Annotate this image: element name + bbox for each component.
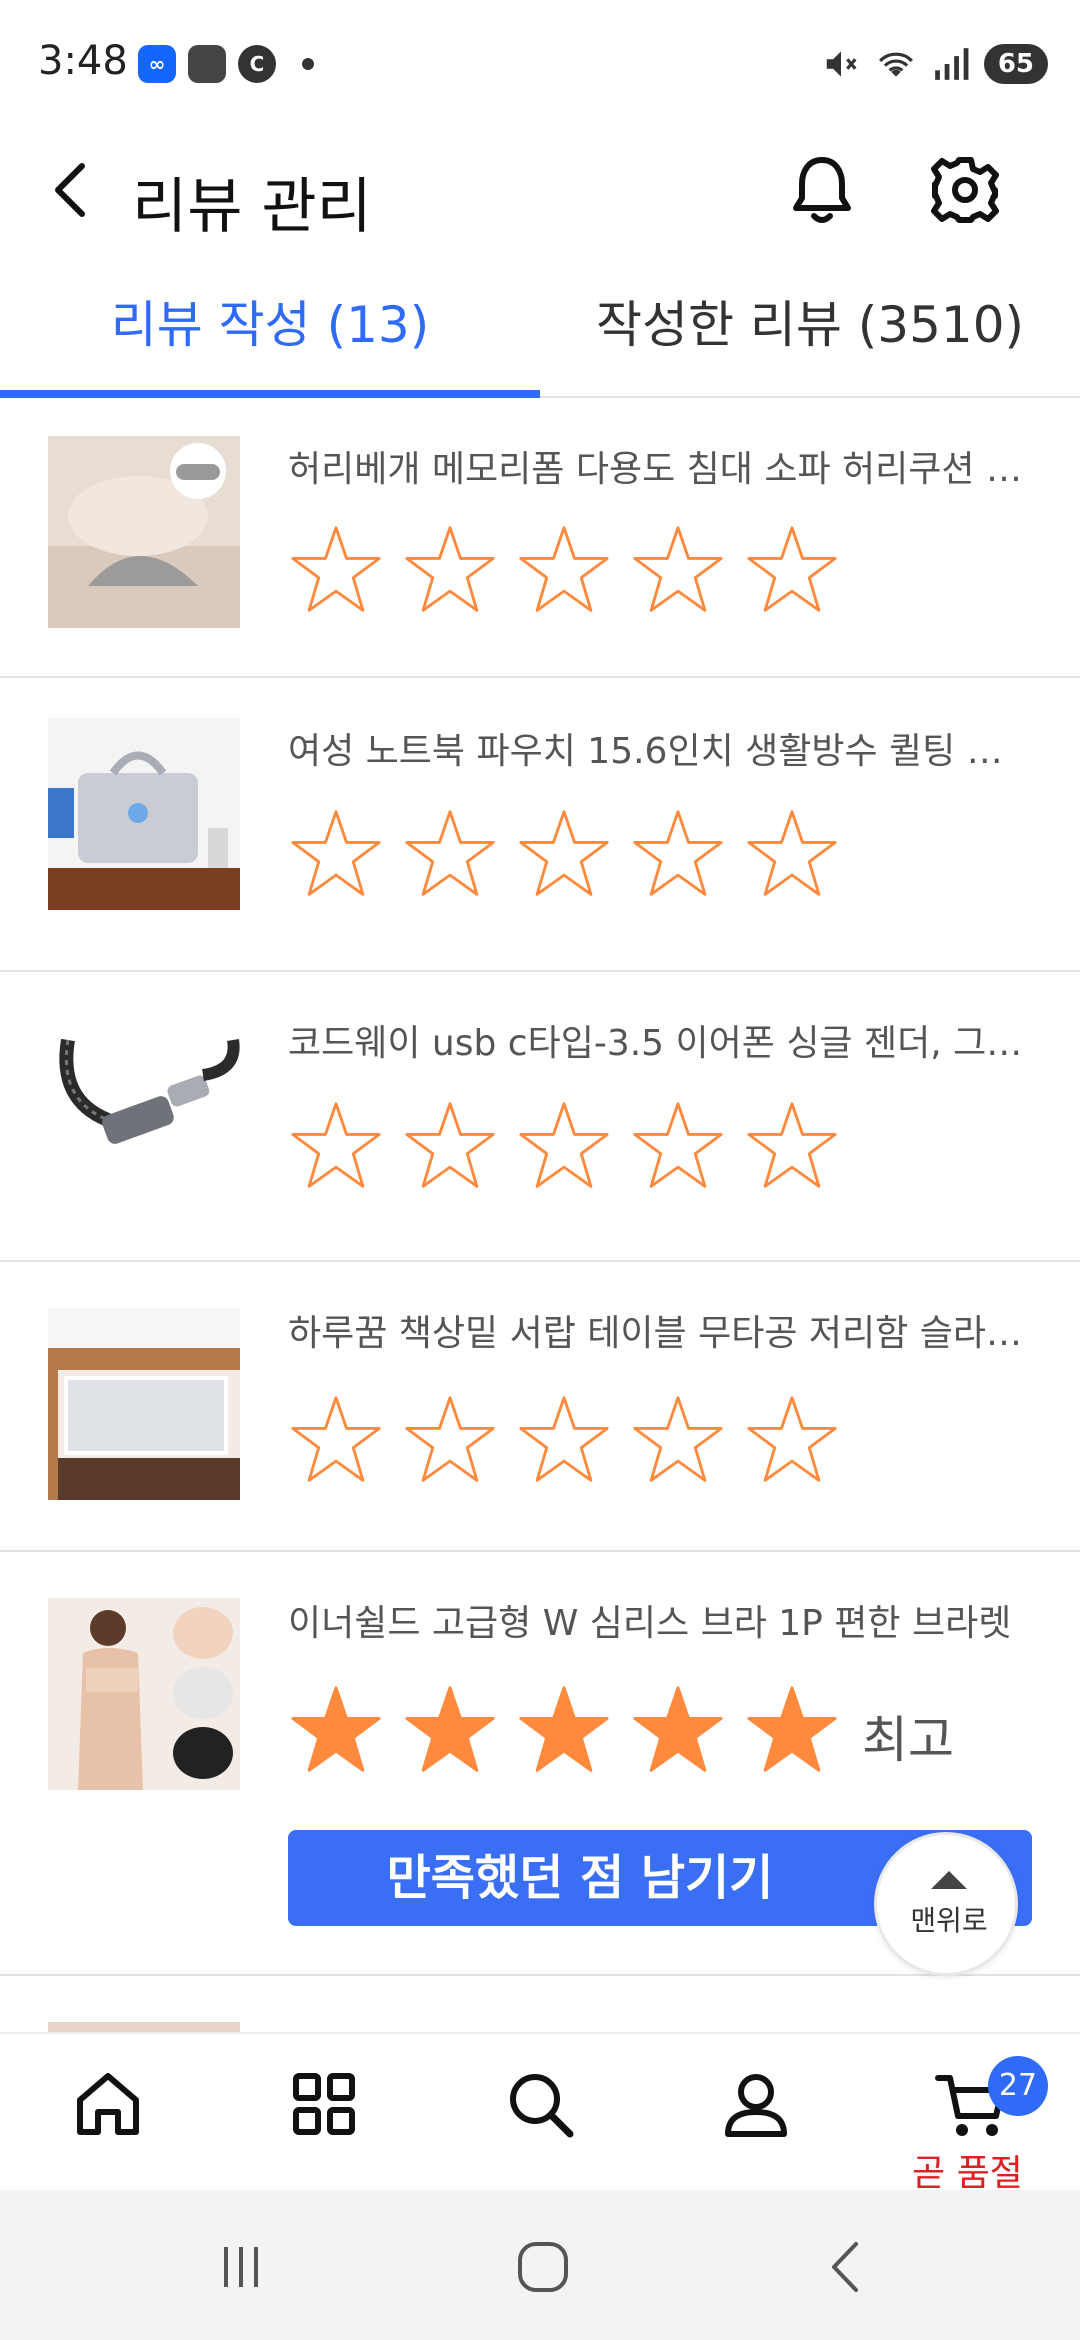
arrow-up-icon (931, 1871, 967, 1889)
active-tab-indicator (0, 390, 540, 398)
c-app-icon: C (238, 45, 276, 83)
product-name[interactable]: 허리베개 메모리폼 다용도 침대 소파 허리쿠션 요추 베개 (288, 440, 1028, 492)
review-item[interactable]: 여성 노트북 파우치 15.6인치 생활방수 퀼팅 가방 (0, 680, 1080, 972)
star-empty-icon[interactable] (288, 806, 384, 902)
battery-indicator: 65 (983, 44, 1048, 84)
star-empty-icon[interactable] (516, 522, 612, 618)
infinity-app-icon: ∞ (138, 45, 176, 83)
status-bar: 3:48 ∞ C 65 (0, 0, 1080, 130)
category-icon[interactable] (284, 2064, 364, 2144)
system-status: 65 (822, 44, 1048, 84)
signal-icon (934, 48, 969, 80)
review-item[interactable]: 하루꿈 책상밑 서랍 테이블 무타공 저리함 슬라이드 (0, 1262, 1080, 1552)
star-empty-icon[interactable] (402, 1098, 498, 1194)
home-icon[interactable] (68, 2064, 148, 2144)
product-thumbnail-laptop-pouch[interactable] (48, 718, 240, 910)
my-page-icon[interactable] (716, 2064, 796, 2144)
star-empty-icon[interactable] (630, 522, 726, 618)
product-thumbnail-lumbar-pillow[interactable] (48, 436, 240, 628)
star-rating[interactable] (288, 1392, 840, 1488)
star-empty-icon[interactable] (402, 1392, 498, 1488)
star-empty-icon[interactable] (630, 1098, 726, 1194)
tab-written-reviews[interactable]: 작성한 리뷰 (3510) (540, 270, 1080, 396)
star-empty-icon[interactable] (288, 522, 384, 618)
star-rating[interactable] (288, 522, 840, 618)
star-empty-icon[interactable] (402, 522, 498, 618)
star-empty-icon[interactable] (630, 1392, 726, 1488)
star-empty-icon[interactable] (516, 1392, 612, 1488)
wifi-icon (878, 52, 913, 77)
recent-apps-icon[interactable] (206, 2232, 276, 2302)
star-empty-icon[interactable] (630, 806, 726, 902)
star-empty-icon[interactable] (288, 1392, 384, 1488)
next-product-thumbnail (48, 2022, 240, 2032)
scroll-to-top-button[interactable]: 맨위로 (874, 1832, 1018, 1976)
star-rating[interactable] (288, 1098, 840, 1194)
star-rating[interactable] (288, 806, 840, 902)
system-navigation-bar (0, 2190, 1080, 2340)
star-rating[interactable] (288, 1682, 840, 1778)
home-button-icon[interactable] (508, 2232, 578, 2302)
product-thumbnail-usb-c-adapter[interactable] (48, 1010, 240, 1202)
cart-label: 곧 품절 (912, 2153, 1023, 2194)
search-icon[interactable] (500, 2064, 580, 2144)
star-empty-icon[interactable] (288, 1098, 384, 1194)
star-filled-icon[interactable] (402, 1682, 498, 1778)
tab-write-review[interactable]: 리뷰 작성 (13) (0, 270, 540, 396)
star-empty-icon[interactable] (516, 806, 612, 902)
mute-icon (826, 51, 857, 77)
product-name[interactable]: 코드웨이 usb c타입-3.5 이어폰 싱글 젠더, 그레이 (288, 1014, 1028, 1066)
star-filled-icon[interactable] (630, 1682, 726, 1778)
page-title: 리뷰 관리 (132, 172, 372, 242)
scroll-top-label: 맨위로 (910, 1904, 988, 1937)
system-back-icon[interactable] (812, 2232, 882, 2302)
product-thumbnail-seamless-bra[interactable] (48, 1598, 240, 1790)
bell-icon[interactable] (782, 150, 862, 230)
star-empty-icon[interactable] (744, 1098, 840, 1194)
gear-icon[interactable] (925, 150, 1005, 230)
review-item[interactable]: 코드웨이 usb c타입-3.5 이어폰 싱글 젠더, 그레이 (0, 972, 1080, 1262)
review-tabs: 리뷰 작성 (13) 작성한 리뷰 (3510) (0, 270, 1080, 398)
rating-label: 최고 (862, 1711, 954, 1769)
star-empty-icon[interactable] (744, 522, 840, 618)
status-time: 3:48 (38, 38, 128, 84)
review-item[interactable]: 허리베개 메모리폼 다용도 침대 소파 허리쿠션 요추 베개 (0, 398, 1080, 678)
star-empty-icon[interactable] (744, 1392, 840, 1488)
star-filled-icon[interactable] (288, 1682, 384, 1778)
product-name[interactable]: 여성 노트북 파우치 15.6인치 생활방수 퀼팅 가방 (288, 722, 1028, 774)
cart-count-badge: 27 (988, 2056, 1048, 2116)
product-name[interactable]: 하루꿈 책상밑 서랍 테이블 무타공 저리함 슬라이드 (288, 1304, 1028, 1356)
product-name[interactable]: 이너쉴드 고급형 W 심리스 브라 1P 편한 브라렛 (288, 1594, 1028, 1646)
star-filled-icon[interactable] (744, 1682, 840, 1778)
notification-icons: ∞ C (138, 45, 314, 83)
samsung-lounge-icon (188, 45, 226, 83)
app-header: 리뷰 관리 (0, 130, 1080, 250)
star-empty-icon[interactable] (744, 806, 840, 902)
back-arrow-icon[interactable] (42, 158, 102, 222)
star-filled-icon[interactable] (516, 1682, 612, 1778)
product-thumbnail-under-desk-drawer[interactable] (48, 1308, 240, 1500)
star-empty-icon[interactable] (516, 1098, 612, 1194)
star-empty-icon[interactable] (402, 806, 498, 902)
more-notifications-dot (302, 58, 314, 70)
